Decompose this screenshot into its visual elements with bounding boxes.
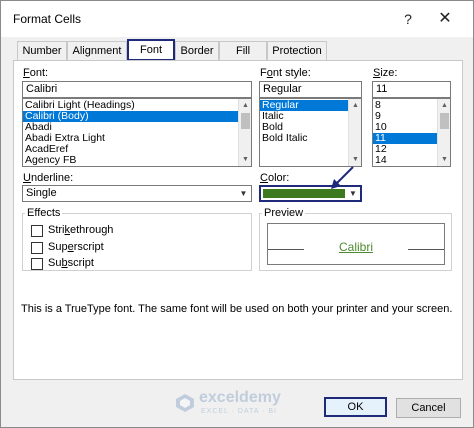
- checkbox-icon[interactable]: [31, 242, 43, 254]
- color-label: Color:: [260, 172, 290, 184]
- close-icon: ✕: [438, 10, 452, 27]
- tab-font[interactable]: Font: [127, 39, 175, 61]
- checkbox-icon[interactable]: [31, 225, 43, 237]
- font-list[interactable]: Calibri Light (Headings) Calibri (Body) …: [22, 98, 252, 167]
- font-style-input[interactable]: Regular: [259, 81, 362, 98]
- tab-alignment[interactable]: Alignment: [67, 41, 127, 61]
- chevron-down-icon[interactable]: ▼: [236, 186, 251, 201]
- watermark: exceldemy EXCEL · DATA · BI: [171, 385, 301, 421]
- font-list-scrollbar[interactable]: ▲ ▼: [238, 99, 251, 166]
- scroll-thumb[interactable]: [241, 113, 250, 129]
- size-input[interactable]: 11: [372, 81, 451, 98]
- ok-button[interactable]: OK: [324, 397, 387, 417]
- preview-baseline-right: [408, 249, 444, 250]
- title-bar: Format Cells ? ✕: [1, 1, 473, 37]
- font-input[interactable]: Calibri: [22, 81, 252, 98]
- help-button[interactable]: ?: [394, 7, 422, 31]
- tab-protection[interactable]: Protection: [267, 41, 327, 61]
- preview-box: Calibri: [267, 223, 445, 265]
- cancel-button[interactable]: Cancel: [396, 398, 461, 418]
- scroll-up-icon[interactable]: ▲: [239, 99, 251, 112]
- superscript-label: Superscript: [48, 241, 104, 253]
- watermark-name: exceldemy: [199, 389, 281, 406]
- effects-title: Effects: [25, 207, 63, 219]
- subscript-label: Subscript: [48, 257, 94, 269]
- exceldemy-logo-icon: [176, 394, 194, 412]
- underline-label: Underline:: [23, 172, 74, 184]
- scroll-down-icon[interactable]: ▼: [239, 153, 251, 166]
- tab-fill[interactable]: Fill: [219, 41, 267, 61]
- scroll-down-icon[interactable]: ▼: [438, 153, 450, 166]
- format-cells-dialog: Format Cells ? ✕ Number Alignment Font B…: [0, 0, 474, 428]
- font-list-item-selected[interactable]: Calibri (Body): [23, 111, 251, 122]
- font-info-note: This is a TrueType font. The same font w…: [21, 303, 453, 315]
- scroll-thumb[interactable]: [440, 113, 449, 129]
- font-style-list[interactable]: Regular Italic Bold Bold Italic ▲ ▼: [259, 98, 362, 167]
- dialog-title: Format Cells: [13, 12, 82, 26]
- font-style-scrollbar[interactable]: ▲ ▼: [348, 99, 361, 166]
- tab-border[interactable]: Border: [175, 41, 219, 61]
- underline-select[interactable]: Single ▼: [22, 185, 252, 202]
- strikethrough-label: Strikethrough: [48, 224, 114, 236]
- tab-number[interactable]: Number: [17, 41, 67, 61]
- annotation-arrow-icon: [331, 166, 354, 189]
- size-list-scrollbar[interactable]: ▲ ▼: [437, 99, 450, 166]
- checkbox-icon[interactable]: [31, 258, 43, 270]
- font-list-item[interactable]: Agency FB: [23, 155, 251, 166]
- preview-title: Preview: [262, 207, 306, 219]
- scroll-up-icon[interactable]: ▲: [349, 99, 361, 112]
- preview-baseline-left: [268, 249, 304, 250]
- size-list[interactable]: 8 9 10 11 12 14 ▲ ▼: [372, 98, 451, 167]
- underline-value: Single: [26, 187, 57, 199]
- scroll-up-icon[interactable]: ▲: [438, 99, 450, 112]
- font-label: Font:: [23, 67, 49, 79]
- preview-sample: Calibri: [339, 240, 374, 254]
- font-style-label: Font style:: [260, 67, 311, 79]
- watermark-tagline: EXCEL · DATA · BI: [201, 408, 277, 415]
- font-style-item[interactable]: Bold Italic: [260, 133, 361, 144]
- close-button[interactable]: ✕: [431, 7, 459, 31]
- size-label: Size:: [373, 67, 398, 79]
